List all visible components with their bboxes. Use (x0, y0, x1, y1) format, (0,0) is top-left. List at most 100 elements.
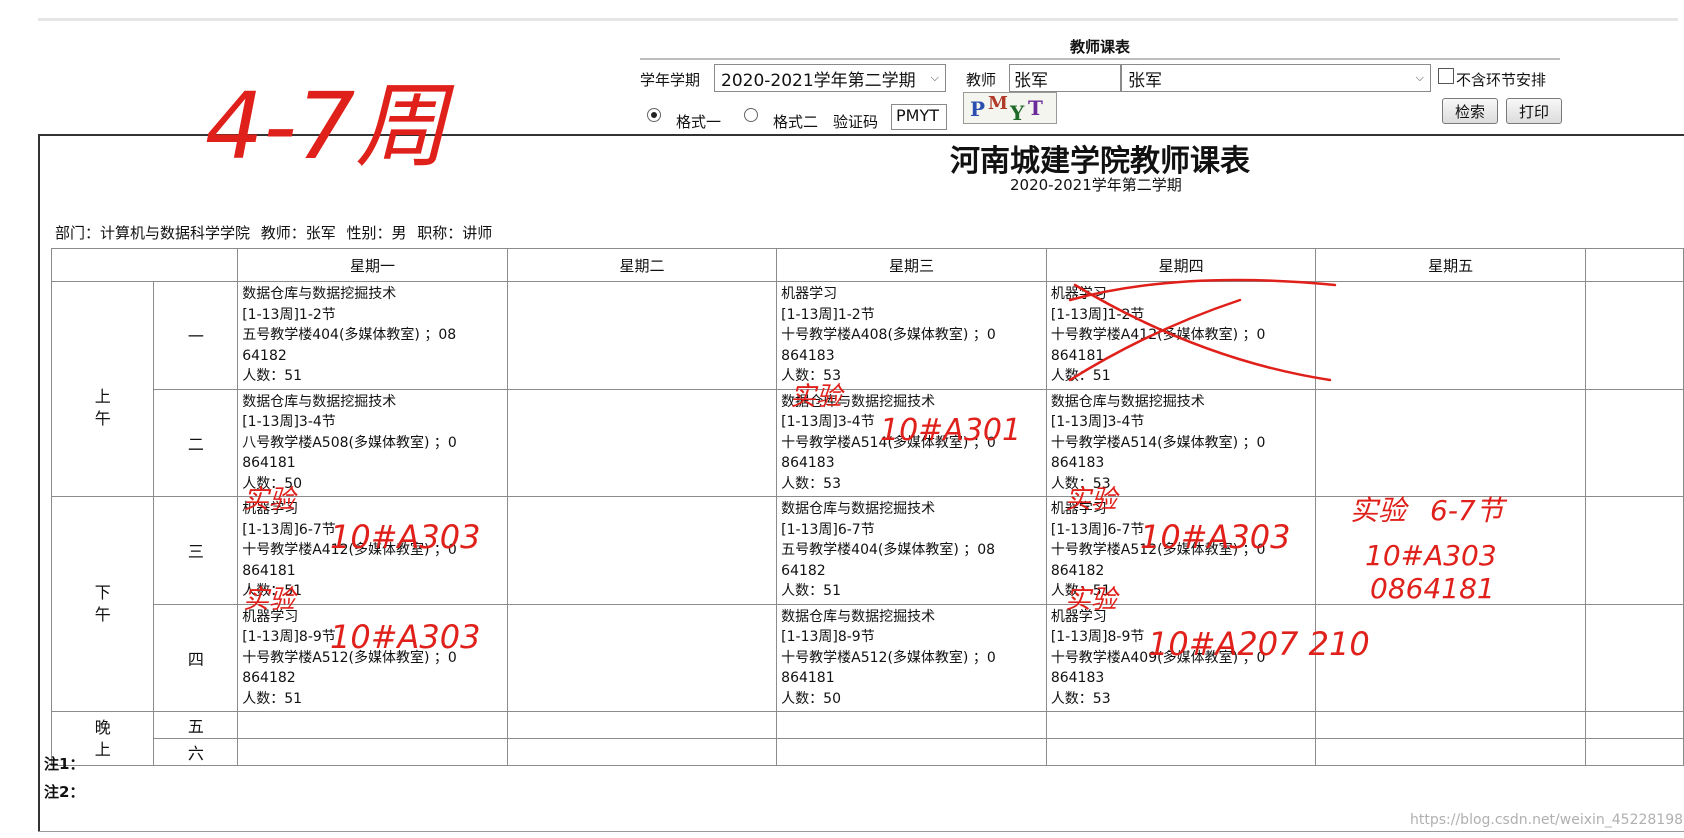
course-cell (1315, 281, 1586, 390)
term-label: 学年学期 (640, 71, 701, 89)
course-line: 十号教学楼A412(多媒体教室) ；0 (1050, 327, 1266, 343)
course-line: 人数：51 (242, 690, 303, 707)
day-header: 星期三 (776, 248, 1047, 282)
course-cell: 机器学习 [1-13周]1-2节十号教学楼A408(多媒体教室) ；0 864183… (776, 281, 1047, 390)
captcha-input[interactable]: PMYT (891, 104, 947, 130)
course-line: 人数：51 (1050, 368, 1111, 384)
report-subtitle: 2020-2021学年第二学期 (1010, 176, 1182, 194)
course-line: 十号教学楼A512(多媒体教室) ；0 (1050, 542, 1266, 558)
course-cell: 数据仓库与数据挖掘技术 [1-13周]3-4节 八号教学楼A508(多媒体教室) ；… (237, 388, 508, 497)
course-line: 864181 (1050, 347, 1105, 364)
course-line: 十号教学楼A412(多媒体教室) ；0 (242, 542, 457, 558)
course-line: [1-13周]1-2节 (242, 306, 336, 323)
course-line: 人数：53 (781, 368, 841, 384)
slot-label: 二 (153, 388, 239, 497)
course-line: [1-13周]3-4节 (1050, 414, 1145, 430)
course-cell (506, 603, 778, 712)
print-button[interactable]: 打印 (1506, 98, 1562, 124)
course-line: [1-13周]3-4节 (242, 414, 336, 430)
slot-label: 六 (153, 738, 239, 766)
search-button[interactable]: 检索 (1442, 98, 1498, 124)
course-line: 机器学习 (242, 501, 299, 517)
course-line: 864183 (781, 347, 835, 364)
course-cell (506, 496, 778, 605)
table-header-row: 星期一 星期二 星期三 星期四 星期五 (50, 248, 1684, 282)
course-line: 864183 (1050, 670, 1105, 686)
course-line: [1-13周]8-9节 (242, 629, 336, 645)
course-line: 人数：53 (1050, 690, 1111, 707)
course-cell-extra (1584, 711, 1684, 739)
course-line: [1-13周]6-7节 (781, 521, 875, 538)
course-line: [1-13周]8-9节 (1050, 629, 1145, 645)
bottom-divider (38, 831, 1684, 832)
format2-label: 格式二 (773, 113, 819, 131)
course-cell-extra (1584, 281, 1684, 390)
course-cell: 数据仓库与数据挖掘技术 [1-13周]3-4节 十号教学楼A514(多媒体教室) ；… (776, 388, 1047, 497)
course-line: 十号教学楼A514(多媒体教室) ；0 (781, 434, 996, 451)
course-cell: 数据仓库与数据挖掘技术 [1-13周]8-9节 十号教学楼A512(多媒体教室) ；… (776, 603, 1047, 712)
chevron-down-icon: ⌵ (930, 71, 939, 84)
course-line: 864181 (242, 562, 296, 579)
course-cell-extra (1584, 738, 1684, 766)
course-cell (237, 738, 508, 766)
course-line: 机器学习 (242, 608, 299, 625)
teacher-code-input[interactable]: 张军 (1009, 64, 1121, 92)
course-line: 64182 (242, 347, 287, 364)
format2-radio[interactable] (744, 108, 758, 122)
course-line: 64182 (781, 562, 826, 579)
period-morning: 上午 (50, 281, 155, 497)
day-header: 星期四 (1045, 248, 1317, 282)
course-cell-extra (1584, 388, 1684, 497)
slot-label: 四 (153, 603, 239, 712)
day-header-extra (1584, 248, 1684, 282)
course-cell: 数据仓库与数据挖掘技术 [1-13周]3-4节十号教学楼A514(多媒体教室) ；… (1045, 388, 1317, 497)
course-line: [1-13周]6-7节 (242, 521, 336, 538)
course-cell: 数据仓库与数据挖掘技术 [1-13周]1-2节 五号教学楼404(多媒体教室) ；0… (237, 281, 508, 390)
exclude-checkbox[interactable] (1438, 68, 1454, 84)
course-cell: 机器学习 [1-13周]8-9节 十号教学楼A409(多媒体教室) ；0 864183… (1045, 603, 1317, 712)
form-divider (640, 58, 1560, 60)
format1-radio[interactable] (647, 108, 661, 122)
day-header: 星期五 (1315, 248, 1586, 282)
course-cell (776, 738, 1047, 766)
course-cell (1045, 738, 1317, 766)
course-line: 864181 (781, 670, 835, 686)
captcha-image[interactable]: P M Y T (963, 92, 1057, 124)
exclude-label: 不含环节安排 (1456, 71, 1547, 89)
course-line: [1-13周]6-7节 (1050, 521, 1145, 538)
slot-label: 三 (153, 496, 239, 605)
course-line: 十号教学楼A514(多媒体教室) ；0 (1050, 434, 1266, 451)
teacher-label: 教师 (966, 71, 997, 89)
course-line: 864183 (1050, 455, 1105, 471)
course-line: 五号教学楼404(多媒体教室) ；08 (781, 542, 996, 558)
course-line: 864181 (242, 455, 296, 471)
term-select[interactable]: 2020-2021学年第二学期 ⌵ (714, 64, 946, 92)
course-line: 数据仓库与数据挖掘技术 (781, 608, 936, 625)
course-line: 机器学习 (781, 286, 838, 302)
course-cell: 机器学习 [1-13周]8-9节十号教学楼A512(多媒体教室) ；0 864182… (237, 603, 508, 712)
course-line: 数据仓库与数据挖掘技术 (242, 393, 397, 410)
teacher-select[interactable]: 张军 ⌵ (1121, 64, 1431, 92)
course-line: 十号教学楼A408(多媒体教室) ；0 (781, 327, 996, 343)
course-line: [1-13周]1-2节 (781, 306, 875, 323)
course-line: 864182 (242, 670, 296, 686)
format1-label: 格式一 (676, 113, 722, 131)
period-afternoon: 下午 (50, 496, 155, 712)
course-cell (506, 281, 778, 390)
course-line: [1-13周]8-9节 (781, 629, 875, 645)
table-row: 上午 一 数据仓库与数据挖掘技术 [1-13周]1-2节 五号教学楼404(多媒体教… (50, 281, 1684, 497)
table-row: 四 机器学习 [1-13周]8-9节十号教学楼A512(多媒体教室) ；0 8641… (52, 603, 1684, 712)
course-cell (1315, 496, 1586, 605)
course-line: 人数：50 (781, 690, 841, 707)
course-line: 数据仓库与数据挖掘技术 (781, 501, 936, 517)
course-line: 864182 (1050, 562, 1105, 579)
course-cell (776, 711, 1047, 739)
table-row: 下午 三 机器学习 [1-13周]6-7节十号教学楼A412(多媒体教室) ；0 8… (50, 496, 1684, 712)
course-line: 十号教学楼A512(多媒体教室) ；0 (242, 649, 457, 666)
course-cell: 数据仓库与数据挖掘技术 [1-13周]6-7节五号教学楼404(多媒体教室) ；0… (776, 496, 1047, 605)
corner-cell (50, 248, 239, 282)
course-cell: 机器学习 [1-13周]6-7节十号教学楼A412(多媒体教室) ；0 864181… (237, 496, 508, 605)
day-header: 星期一 (237, 248, 508, 282)
course-line: 数据仓库与数据挖掘技术 (1050, 393, 1205, 410)
course-line: 十号教学楼A409(多媒体教室) ；0 (1050, 649, 1266, 666)
